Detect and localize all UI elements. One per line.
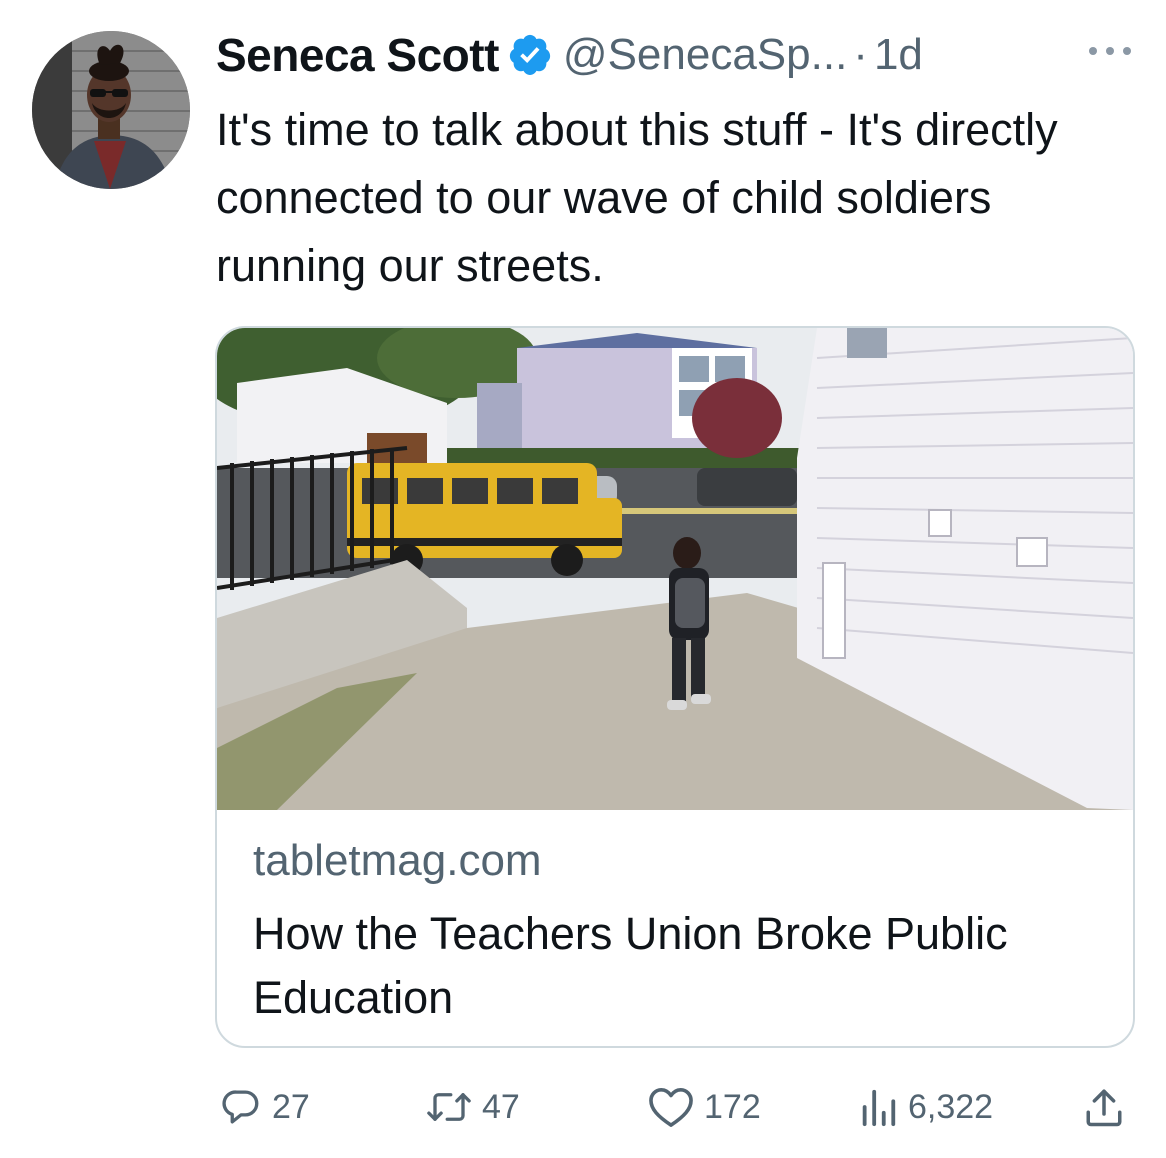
header-separator: · xyxy=(853,30,868,79)
heart-icon xyxy=(648,1086,694,1128)
views-count: 6,322 xyxy=(908,1087,994,1126)
reply-button[interactable]: 27 xyxy=(220,1076,310,1138)
tweet-age[interactable]: 1d xyxy=(874,30,923,80)
link-card-title: How the Teachers Union Broke Public Educ… xyxy=(253,908,1008,1023)
avatar[interactable] xyxy=(32,31,190,189)
avatar-image xyxy=(32,31,190,189)
link-card-image xyxy=(217,328,1133,810)
verified-badge-icon[interactable] xyxy=(507,32,553,78)
link-card[interactable]: tabletmag.com How the Teachers Union Bro… xyxy=(215,326,1135,1048)
more-options-icon[interactable] xyxy=(1084,36,1136,66)
views-button[interactable]: 6,322 xyxy=(858,1076,993,1138)
like-count: 172 xyxy=(704,1087,761,1126)
author-name[interactable]: Seneca Scott xyxy=(216,28,499,82)
views-chart-icon xyxy=(858,1086,898,1128)
tweet-text: It's time to talk about this stuff - It'… xyxy=(216,104,1058,291)
link-card-domain: tabletmag.com xyxy=(253,836,542,885)
tweet-header: Seneca Scott @SenecaSp... · 1d xyxy=(216,24,1136,86)
share-icon xyxy=(1084,1086,1124,1128)
reply-icon xyxy=(220,1086,262,1128)
share-button[interactable] xyxy=(1084,1076,1124,1138)
reply-count: 27 xyxy=(272,1087,310,1126)
repost-icon xyxy=(426,1086,472,1128)
tweet-actions-bar: 27 47 172 6,322 xyxy=(216,1076,1136,1138)
like-button[interactable]: 172 xyxy=(648,1076,761,1138)
repost-button[interactable]: 47 xyxy=(426,1076,520,1138)
author-handle[interactable]: @SenecaSp... xyxy=(563,30,847,80)
repost-count: 47 xyxy=(482,1087,520,1126)
